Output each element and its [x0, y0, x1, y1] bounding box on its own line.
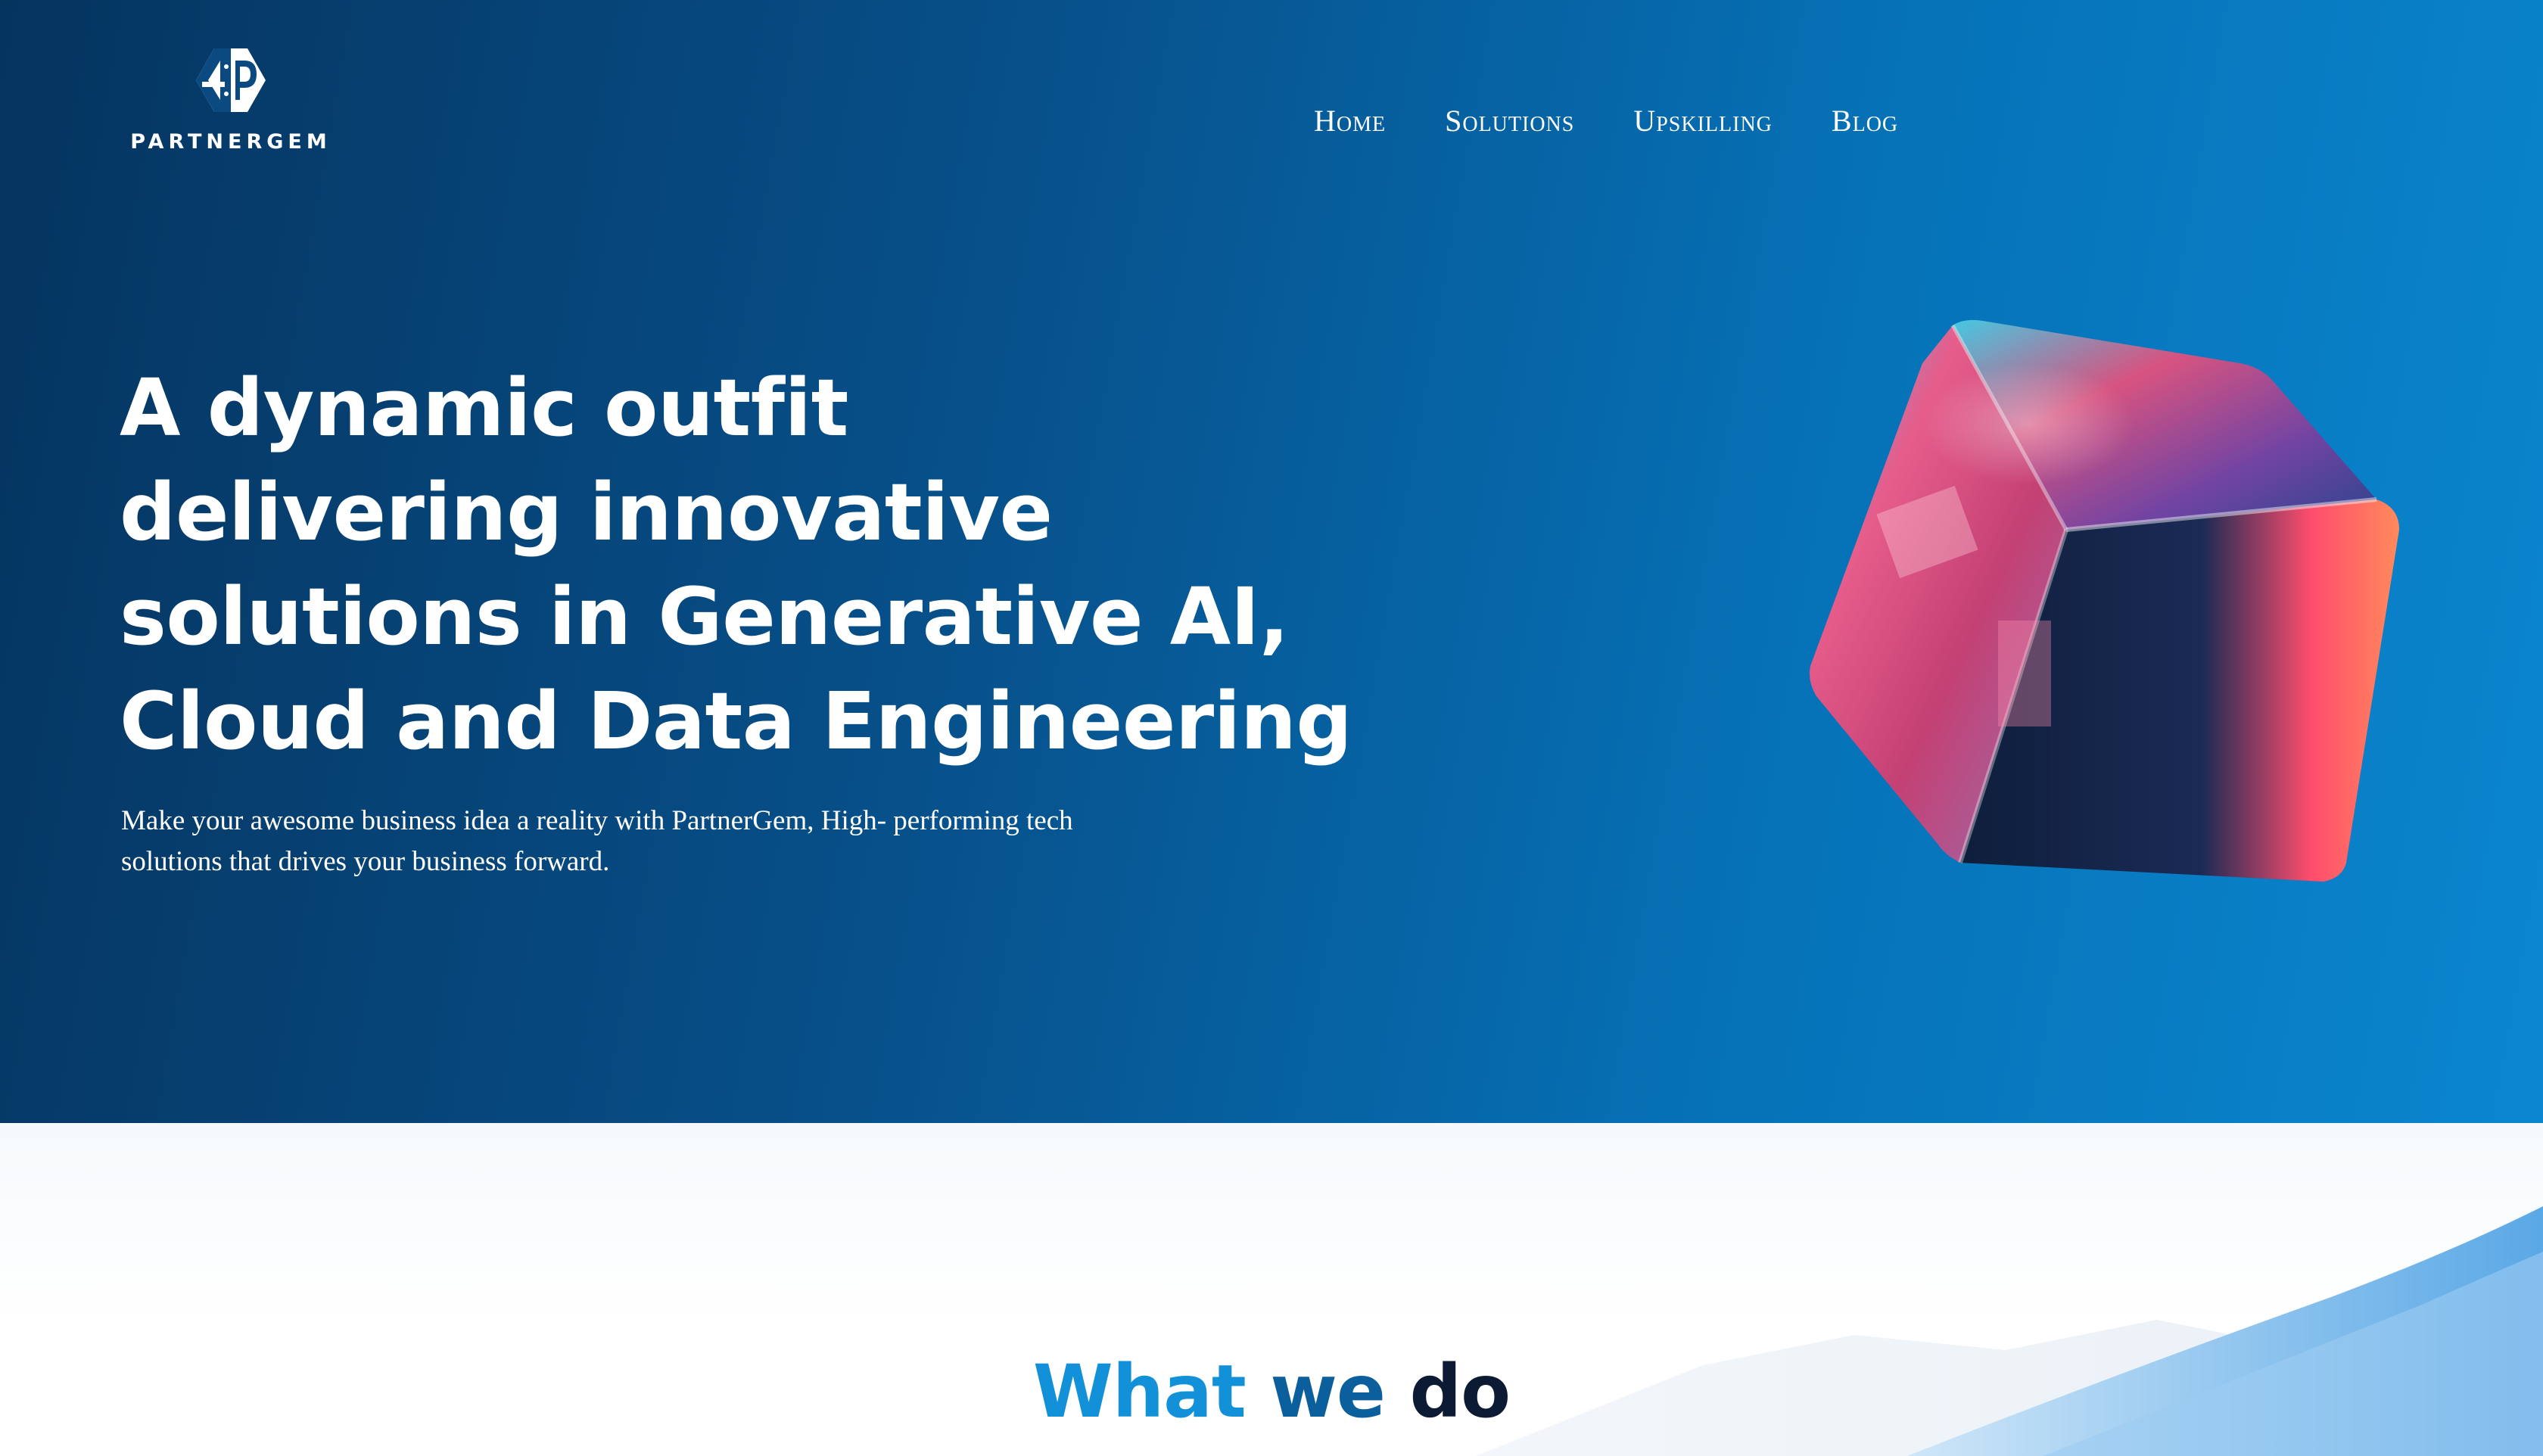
title-word-we: we	[1270, 1349, 1386, 1434]
section-title: What we do	[0, 1350, 2543, 1433]
hero-headline: A dynamic outfit delivering innovative s…	[120, 356, 1452, 773]
hero-subtext: Make your awesome business idea a realit…	[121, 801, 1211, 882]
subtext-line: Make your awesome business idea a realit…	[121, 805, 1073, 836]
brand-name: PARTNERGEM	[130, 130, 331, 154]
title-word-do: do	[1409, 1349, 1511, 1434]
partnergem-logo-icon	[196, 48, 266, 112]
headline-line: A dynamic outfit	[120, 362, 848, 454]
hero-section: PARTNERGEM Home Solutions Upskilling Blo…	[0, 0, 2543, 1123]
nav-upskilling[interactable]: Upskilling	[1633, 103, 1773, 138]
nav-solutions[interactable]: Solutions	[1445, 103, 1574, 138]
nav-blog[interactable]: Blog	[1832, 103, 1898, 138]
glass-cube-image	[1801, 303, 2422, 908]
headline-line: solutions in Generative AI,	[120, 571, 1289, 663]
what-we-do-section: What we do	[0, 1123, 2543, 1456]
headline-line: delivering innovative	[120, 466, 1053, 558]
subtext-line: solutions that drives your business forw…	[121, 846, 610, 877]
nav-home[interactable]: Home	[1314, 103, 1386, 138]
title-word-what: What	[1032, 1349, 1247, 1434]
logo[interactable]: PARTNERGEM	[121, 44, 341, 154]
headline-line: Cloud and Data Engineering	[120, 675, 1352, 767]
glass-cube-icon	[1810, 319, 2399, 882]
main-nav: Home Solutions Upskilling Blog	[1314, 103, 1898, 138]
